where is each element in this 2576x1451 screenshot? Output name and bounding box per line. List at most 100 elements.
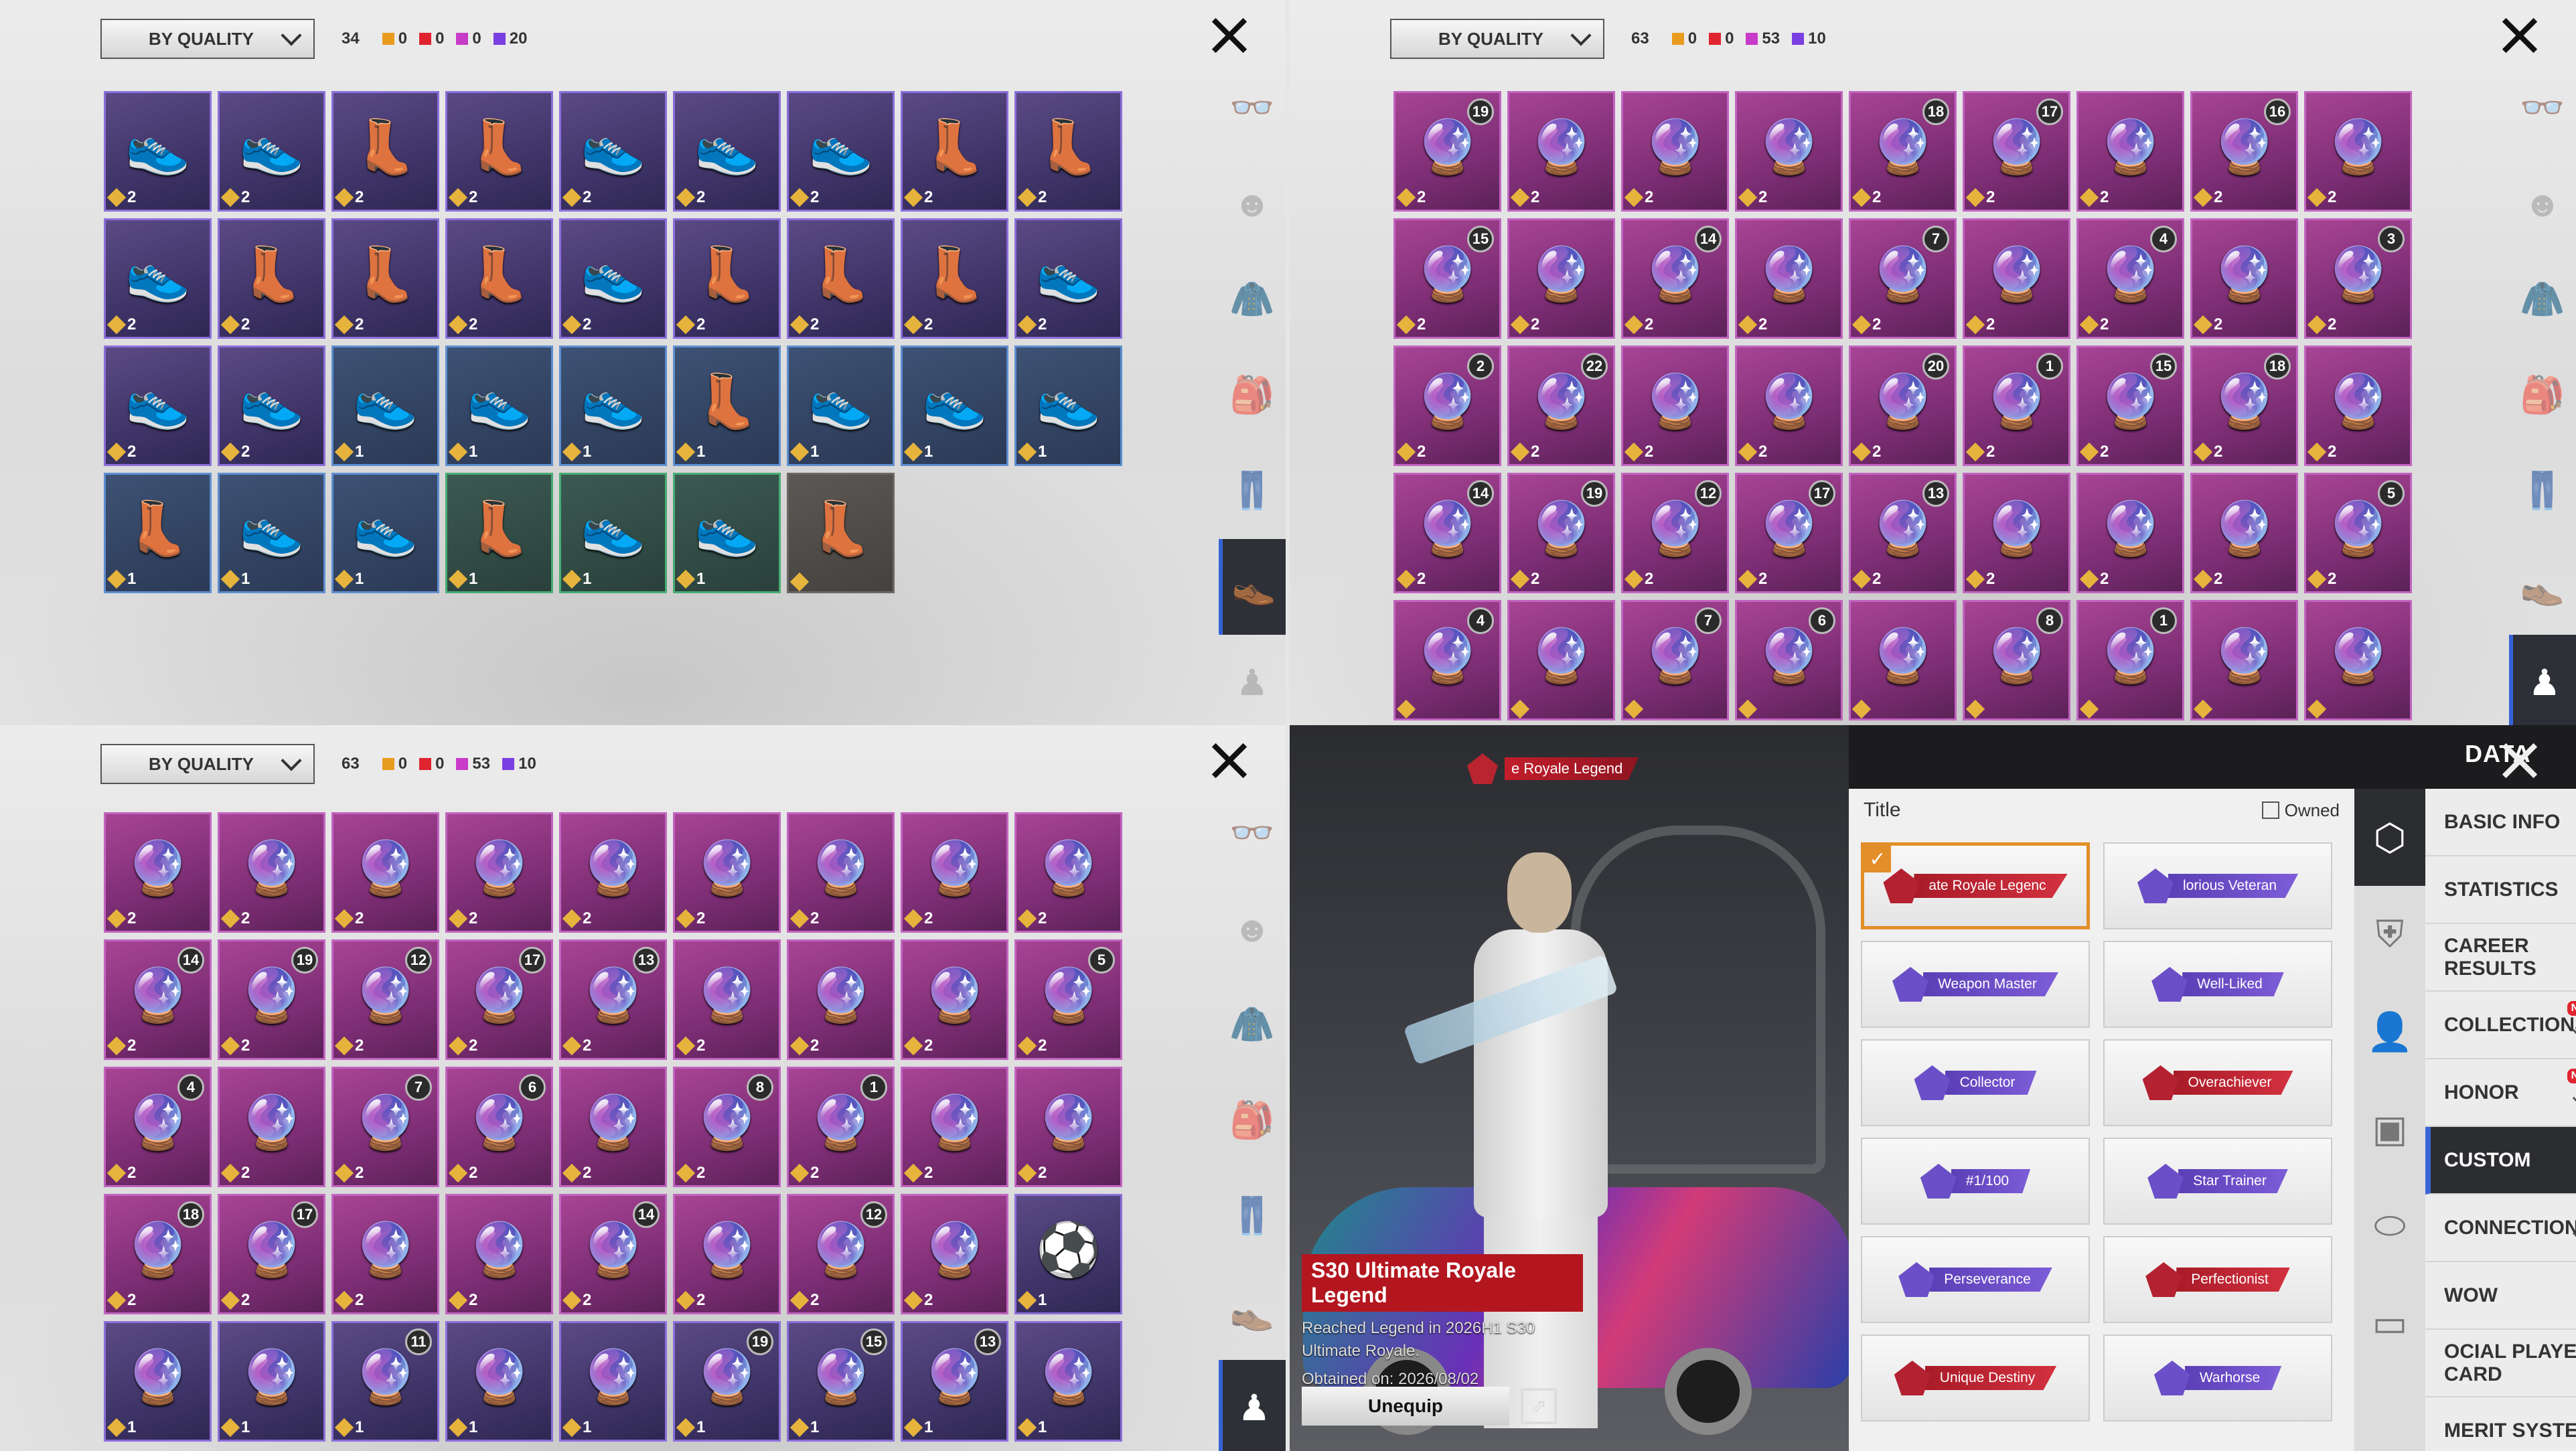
item-tile[interactable]: 🔮 14 2 <box>1393 473 1501 593</box>
sidebar-tab-glasses-icon[interactable]: 👓 <box>2509 60 2576 156</box>
item-tile[interactable]: 🔮 18 2 <box>1849 91 1957 212</box>
item-tile[interactable]: 🔮 2 <box>1507 91 1615 212</box>
sort-dropdown[interactable]: BY QUALITY <box>100 744 315 784</box>
title-card[interactable]: Perfectionist <box>2103 1236 2332 1323</box>
item-tile[interactable]: 🔮 7 2 <box>331 1067 439 1187</box>
item-tile[interactable]: 🔮 16 2 <box>2190 91 2298 212</box>
frame-tab-icon[interactable]: ▣ <box>2354 1080 2425 1177</box>
close-icon[interactable] <box>1207 737 1254 784</box>
close-icon[interactable] <box>2497 12 2544 59</box>
sidebar-tab-glasses-icon[interactable]: 👓 <box>1219 785 1286 881</box>
item-tile[interactable]: 🔮 2 2 <box>1393 346 1501 466</box>
title-card[interactable]: #1/100 <box>1861 1138 2090 1225</box>
item-tile[interactable]: 🔮 5 2 <box>2304 473 2412 593</box>
item-tile[interactable]: 🔮 12 2 <box>787 1194 895 1314</box>
item-tile[interactable]: 🔮 2 <box>787 939 895 1060</box>
item-tile[interactable]: 🔮 17 2 <box>1963 91 2070 212</box>
item-tile[interactable]: 🔮 1 <box>1014 1321 1122 1442</box>
item-tile[interactable]: 🔮 5 2 <box>1014 939 1122 1060</box>
item-tile[interactable]: 🔮 13 2 <box>559 939 667 1060</box>
item-tile[interactable]: 👢 2 <box>901 91 1008 212</box>
item-tile[interactable]: 🔮 1 <box>445 1321 553 1442</box>
menu-item-collections[interactable]: COLLECTIONSNEW <box>2425 992 2576 1059</box>
item-tile[interactable]: 👢 2 <box>901 218 1008 339</box>
sidebar-tab-shoes-icon[interactable]: 👞 <box>1219 539 1286 635</box>
item-tile[interactable]: 👢 2 <box>1014 91 1122 212</box>
item-tile[interactable]: 🔮 12 2 <box>1621 473 1729 593</box>
sidebar-tab-pants-icon[interactable]: 👖 <box>1219 443 1286 539</box>
menu-item-honor[interactable]: HONOR NEW <box>2425 1059 2576 1127</box>
item-tile[interactable]: 🔮 17 2 <box>445 939 553 1060</box>
title-card[interactable]: Well-Liked <box>2103 941 2332 1028</box>
item-tile[interactable]: 🔮 2 <box>673 939 781 1060</box>
item-tile[interactable]: 🔮 17 2 <box>218 1194 325 1314</box>
item-tile[interactable]: 🔮 19 1 <box>673 1321 781 1442</box>
item-tile[interactable]: 🔮 20 2 <box>1849 346 1957 466</box>
avatar-tab-icon[interactable]: 👤 <box>2354 983 2425 1080</box>
title-tab-icon[interactable]: ⬡ <box>2354 789 2425 886</box>
item-tile[interactable]: 🔮 19 2 <box>218 939 325 1060</box>
item-tile[interactable]: 🔮 2 <box>218 812 325 933</box>
sidebar-tab-mask-icon[interactable]: ☻ <box>2509 156 2576 252</box>
item-tile[interactable]: 🔮 2 <box>2190 218 2298 339</box>
menu-item-career-results[interactable]: CAREER RESULTS <box>2425 924 2576 992</box>
item-tile[interactable]: 🔮 2 <box>1963 218 2070 339</box>
sort-dropdown[interactable]: BY QUALITY <box>100 19 315 59</box>
item-tile[interactable]: 👢 2 <box>673 218 781 339</box>
item-tile[interactable]: 🔮 1 2 <box>1963 346 2070 466</box>
item-tile[interactable]: 🔮 1 <box>559 1321 667 1442</box>
item-tile[interactable]: 🔮 <box>2190 600 2298 720</box>
sidebar-tab-pants-icon[interactable]: 👖 <box>1219 1168 1286 1264</box>
item-tile[interactable]: 🔮 15 2 <box>2076 346 2184 466</box>
sidebar-tab-jacket-icon[interactable]: 🧥 <box>2509 252 2576 348</box>
item-tile[interactable]: 🔮 8 2 <box>673 1067 781 1187</box>
item-tile[interactable]: 👟 1 <box>787 346 895 466</box>
item-tile[interactable]: 👟 1 <box>901 346 1008 466</box>
item-tile[interactable]: 🔮 2 <box>445 812 553 933</box>
item-tile[interactable]: 🔮 2 <box>1735 346 1843 466</box>
item-tile[interactable]: 🔮 2 <box>673 812 781 933</box>
title-card[interactable]: Overachiever <box>2103 1039 2332 1126</box>
item-tile[interactable]: 🔮 2 <box>331 1194 439 1314</box>
item-tile[interactable]: 👟 2 <box>787 91 895 212</box>
item-tile[interactable]: 🔮 4 <box>1393 600 1501 720</box>
item-tile[interactable]: 🔮 6 <box>1735 600 1843 720</box>
item-tile[interactable]: 👟 1 <box>1014 346 1122 466</box>
close-icon[interactable] <box>1207 12 1254 59</box>
item-tile[interactable]: 🔮 2 <box>331 812 439 933</box>
sidebar-tab-jacket-icon[interactable]: 🧥 <box>1219 977 1286 1073</box>
sidebar-tab-charm-icon[interactable]: ♟ <box>1219 635 1286 725</box>
menu-item-basic-info[interactable]: BASIC INFO <box>2425 789 2576 856</box>
item-tile[interactable]: 👢 1 <box>104 473 212 593</box>
item-tile[interactable]: 🔮 2 <box>901 939 1008 1060</box>
item-tile[interactable]: 👢 1 <box>445 473 553 593</box>
item-tile[interactable]: 👢 2 <box>445 218 553 339</box>
item-tile[interactable]: 🔮 2 <box>1014 1067 1122 1187</box>
item-tile[interactable]: 🔮 18 2 <box>2190 346 2298 466</box>
sidebar-tab-backpack-icon[interactable]: 🎒 <box>2509 348 2576 443</box>
sidebar-tab-pants-icon[interactable]: 👖 <box>2509 443 2576 539</box>
item-tile[interactable]: 🔮 15 2 <box>1393 218 1501 339</box>
item-tile[interactable]: 🔮 19 2 <box>1507 473 1615 593</box>
item-tile[interactable]: 🔮 13 1 <box>901 1321 1008 1442</box>
item-tile[interactable]: 🔮 19 2 <box>1393 91 1501 212</box>
item-tile[interactable]: 🔮 <box>2304 600 2412 720</box>
item-tile[interactable]: 🔮 2 <box>901 1067 1008 1187</box>
item-tile[interactable]: 👢 2 <box>331 218 439 339</box>
menu-item-ocial-player-card[interactable]: OCIAL PLAYER CARD <box>2425 1330 2576 1397</box>
item-tile[interactable]: 🔮 2 <box>1621 346 1729 466</box>
item-tile[interactable]: 🔮 7 2 <box>1849 218 1957 339</box>
item-tile[interactable]: 👟 1 <box>331 473 439 593</box>
item-tile[interactable]: 🔮 2 <box>2076 473 2184 593</box>
sidebar-tab-charm-icon[interactable]: ♟ <box>2509 635 2576 725</box>
item-tile[interactable]: 🔮 2 <box>2190 473 2298 593</box>
sidebar-tab-mask-icon[interactable]: ☻ <box>1219 881 1286 977</box>
item-tile[interactable]: 🔮 2 <box>2304 346 2412 466</box>
sidebar-tab-shoes-icon[interactable]: 👞 <box>1219 1264 1286 1360</box>
item-tile[interactable]: 🔮 <box>1507 600 1615 720</box>
close-icon[interactable] <box>2497 737 2544 784</box>
item-tile[interactable]: 🔮 12 2 <box>331 939 439 1060</box>
item-tile[interactable]: 🔮 14 2 <box>559 1194 667 1314</box>
item-tile[interactable]: 👢 <box>787 473 895 593</box>
title-card[interactable]: Collector <box>1861 1039 2090 1126</box>
